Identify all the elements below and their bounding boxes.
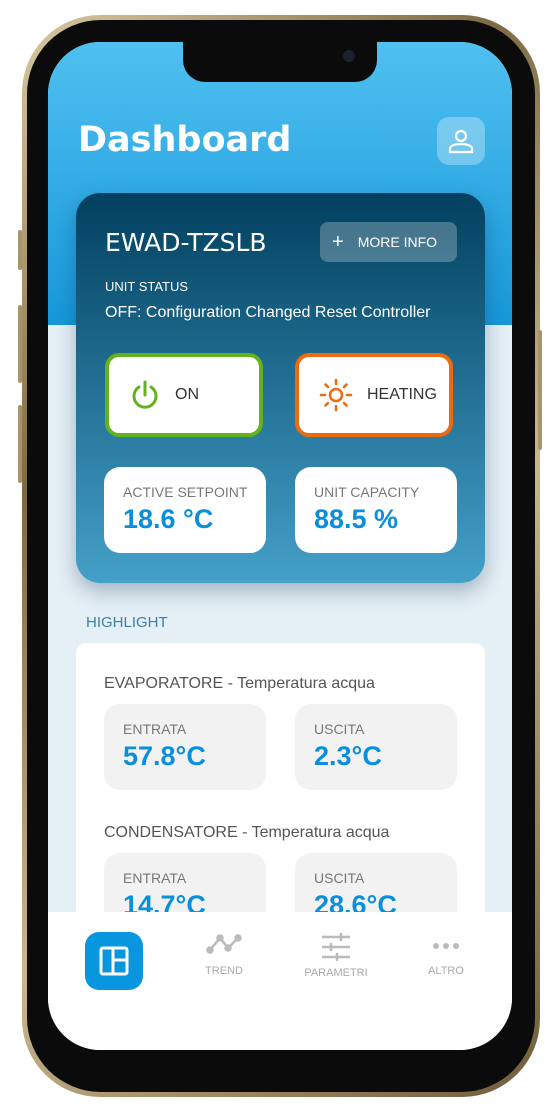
power-label: ON [175,386,199,403]
evaporatore-entrata: ENTRATA 57.8°C [104,704,266,790]
bottom-nav: TREND PARAMETRI ALTRO [48,912,512,1050]
side-button [18,305,22,383]
setpoint-value: 18.6 °C [123,504,214,534]
active-setpoint: ACTIVE SETPOINT 18.6 °C [104,467,266,553]
more-info-label: MORE INFO [357,234,438,250]
app-screen: Dashboard EWAD-TZSLB + MORE INFO UNIT STA… [48,42,512,1050]
nav-trend[interactable]: TREND [184,932,264,977]
condensatore-title: CONDENSATORE - Temperatura acqua [104,824,390,841]
notch [183,42,377,82]
unit-status-label: UNIT STATUS [105,279,189,294]
dashboard-icon [99,946,129,976]
entrata-label: ENTRATA [123,870,187,886]
side-button [18,405,22,483]
unit-model: EWAD-TZSLB [105,228,267,257]
mode-label: HEATING [367,386,437,403]
evaporatore-uscita: USCITA 2.3°C [295,704,457,790]
setpoint-label: ACTIVE SETPOINT [123,484,248,500]
nav-parametri-label: PARAMETRI [304,967,368,979]
nav-altro[interactable]: ALTRO [406,932,486,977]
more-info-button[interactable]: + MORE INFO [320,222,457,262]
highlight-title: HIGHLIGHT [86,614,168,631]
power-icon [132,380,158,409]
plus-icon: + [332,230,344,253]
profile-button[interactable] [437,117,485,165]
sliders-icon [322,933,350,961]
unit-capacity: UNIT CAPACITY 88.5 % [295,467,457,553]
more-icon [433,943,459,949]
unit-card: EWAD-TZSLB + MORE INFO UNIT STATUS OFF: C… [76,193,485,583]
user-icon [448,129,474,154]
capacity-label: UNIT CAPACITY [314,484,420,500]
page-title: Dashboard [78,120,292,160]
entrata-label: ENTRATA [123,721,187,737]
power-button[interactable]: ON [105,353,263,437]
capacity-value: 88.5 % [314,504,399,534]
side-button [18,230,22,270]
nav-parametri[interactable]: PARAMETRI [296,932,376,979]
entrata-value: 57.8°C [123,741,206,771]
nav-dashboard[interactable] [85,932,143,990]
unit-status-value: OFF: Configuration Changed Reset Control… [105,304,431,321]
evaporatore-title: EVAPORATORE - Temperatura acqua [104,675,375,692]
trend-icon [206,934,242,954]
sun-icon [319,378,353,412]
nav-trend-label: TREND [205,965,243,977]
nav-altro-label: ALTRO [428,965,464,977]
uscita-label: USCITA [314,721,365,737]
uscita-value: 2.3°C [314,741,382,771]
uscita-label: USCITA [314,870,365,886]
side-button [538,330,542,450]
mode-button[interactable]: HEATING [295,353,453,437]
